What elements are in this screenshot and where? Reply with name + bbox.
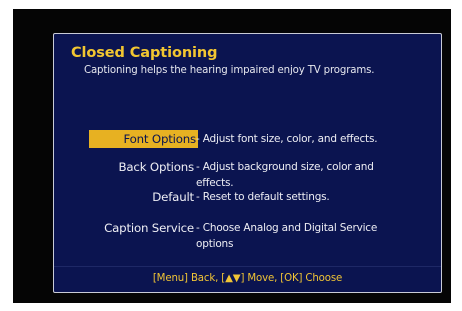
tv-screen: Closed Captioning Captioning helps the h… xyxy=(13,9,451,303)
dialog-title: Closed Captioning xyxy=(71,45,218,61)
menu-item-description: - Reset to default settings. xyxy=(196,191,330,203)
closed-captioning-dialog: Closed Captioning Captioning helps the h… xyxy=(53,33,442,293)
navigation-hint: [Menu] Back, [▲▼] Move, [OK] Choose xyxy=(152,273,343,284)
menu-item-description: - Adjust background size, color and effe… xyxy=(196,161,374,189)
menu-item-description: - Choose Analog and Digital Service opti… xyxy=(196,222,378,250)
dialog-subtitle: Captioning helps the hearing impaired en… xyxy=(84,65,375,76)
menu-item-label: Font Options xyxy=(89,130,198,148)
menu-item-label: Default xyxy=(152,190,194,204)
navigation-hint-bar: [Menu] Back, [▲▼] Move, [OK] Choose xyxy=(54,266,441,292)
menu-item-label: Caption Service xyxy=(104,221,194,235)
menu-item-description: - Adjust font size, color, and effects. xyxy=(196,133,378,145)
menu-item-label: Back Options xyxy=(118,160,194,174)
